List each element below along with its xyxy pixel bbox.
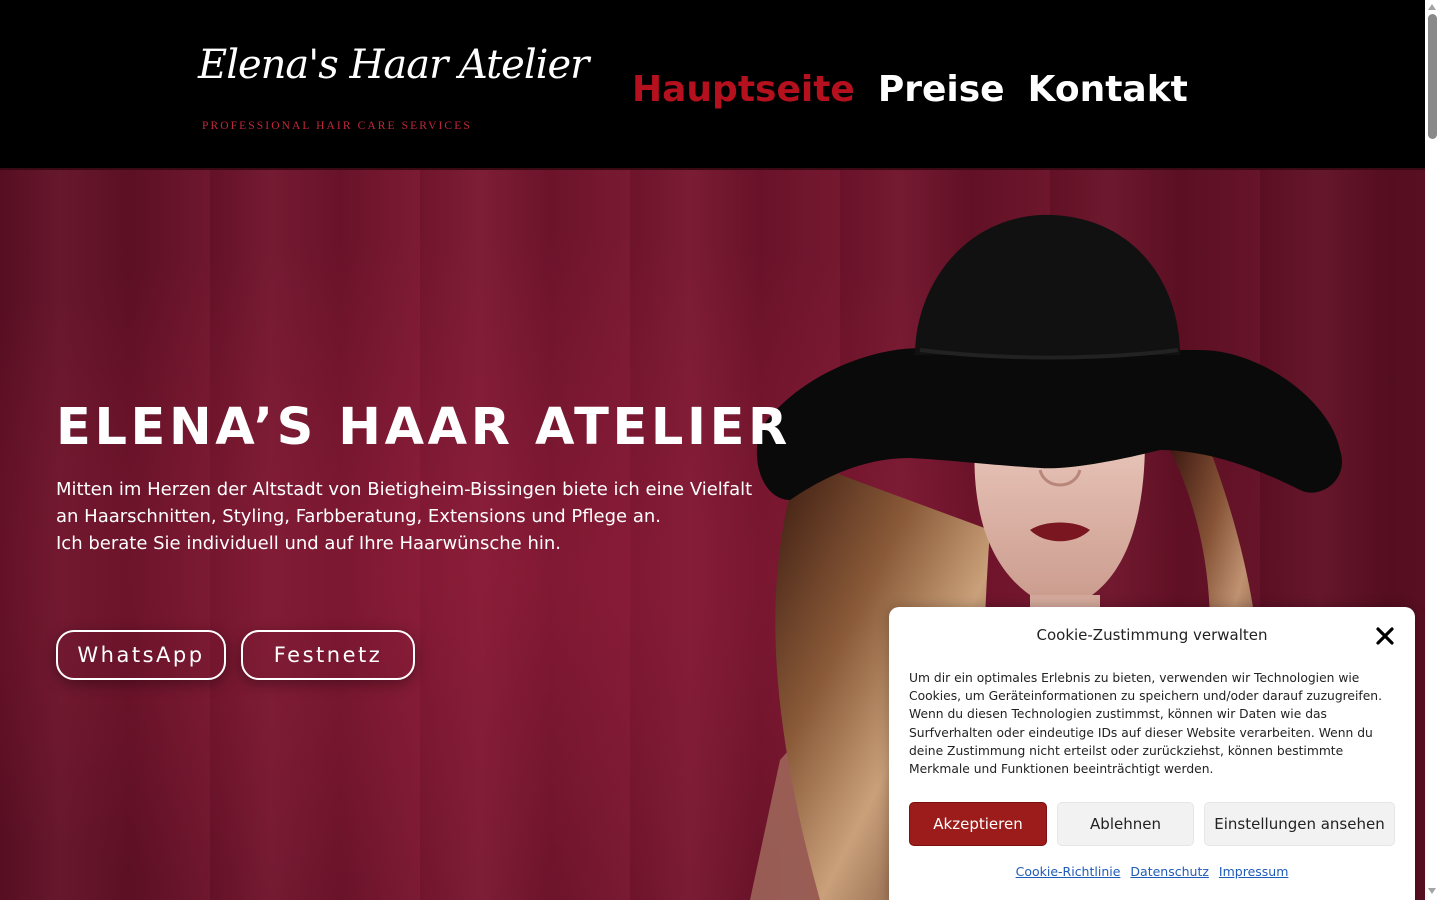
cookie-banner-title: Cookie-Zustimmung verwalten bbox=[1036, 626, 1268, 644]
hero-text-line: Mitten im Herzen der Altstadt von Bietig… bbox=[56, 479, 753, 500]
privacy-link[interactable]: Datenschutz bbox=[1130, 864, 1209, 879]
logo-script-text: Elena's Haar Atelier bbox=[198, 42, 589, 88]
view-preferences-button[interactable]: Einstellungen ansehen bbox=[1204, 802, 1395, 846]
hero-text-line: an Haarschnitten, Styling, Farbberatung,… bbox=[56, 506, 662, 527]
imprint-link[interactable]: Impressum bbox=[1219, 864, 1288, 879]
hero-description: Mitten im Herzen der Altstadt von Bietig… bbox=[56, 476, 776, 557]
site-header: Elena's Haar Atelier PROFESSIONAL HAIR C… bbox=[0, 0, 1425, 170]
site-logo[interactable]: Elena's Haar Atelier PROFESSIONAL HAIR C… bbox=[198, 36, 589, 136]
landline-button[interactable]: Festnetz bbox=[241, 630, 415, 680]
nav-link-hauptseite[interactable]: Hauptseite bbox=[632, 68, 855, 112]
scrollbar-thumb[interactable] bbox=[1428, 14, 1437, 139]
scroll-up-icon[interactable] bbox=[1428, 4, 1436, 10]
deny-cookies-button[interactable]: Ablehnen bbox=[1057, 802, 1194, 846]
hero-text-line: Ich berate Sie individuell und auf Ihre … bbox=[56, 533, 561, 554]
nav-link-kontakt[interactable]: Kontakt bbox=[1028, 68, 1188, 112]
hero-title: ELENA’S HAAR ATELIER bbox=[56, 398, 791, 457]
close-icon[interactable] bbox=[1375, 626, 1395, 646]
cookie-policy-link[interactable]: Cookie-Richtlinie bbox=[1016, 864, 1121, 879]
cookie-consent-banner: Cookie-Zustimmung verwalten Um dir ein o… bbox=[889, 607, 1415, 900]
cookie-banner-text: Um dir ein optimales Erlebnis zu bieten,… bbox=[909, 671, 1382, 777]
logo-tagline: PROFESSIONAL HAIR CARE SERVICES bbox=[202, 120, 472, 132]
nav-link-preise[interactable]: Preise bbox=[878, 68, 1005, 112]
cookie-footer-links: Cookie-Richtlinie Datenschutz Impressum bbox=[889, 864, 1415, 879]
accept-cookies-button[interactable]: Akzeptieren bbox=[909, 802, 1047, 846]
scroll-down-icon[interactable] bbox=[1428, 888, 1436, 894]
main-nav: Hauptseite Preise Kontakt bbox=[632, 68, 1188, 112]
whatsapp-button[interactable]: WhatsApp bbox=[56, 630, 226, 680]
page-scrollbar[interactable] bbox=[1425, 0, 1440, 900]
